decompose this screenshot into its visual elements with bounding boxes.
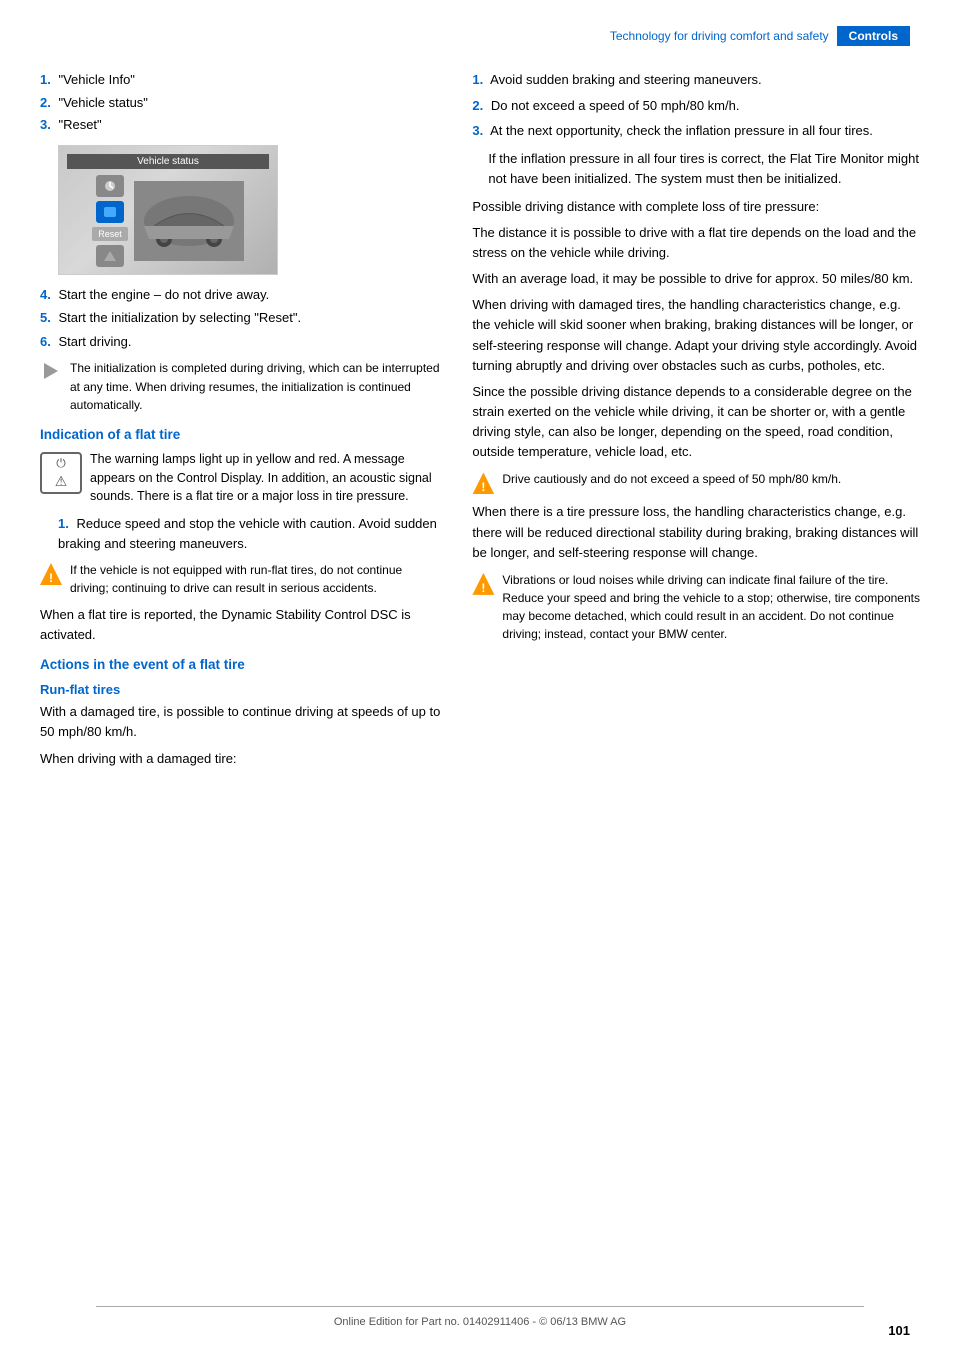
list-text-2: "Vehicle status": [58, 95, 147, 110]
average-load: With an average load, it may be possible…: [472, 269, 920, 289]
run-flat-intro: With a damaged tire, is possible to cont…: [40, 702, 442, 742]
two-col-layout: 1. "Vehicle Info" 2. "Vehicle status" 3.…: [0, 70, 960, 775]
step-5: 5. Start the initialization by selecting…: [40, 308, 442, 328]
pressure-loss: When there is a tire pressure loss, the …: [472, 502, 920, 562]
image-title-bar: Vehicle status: [67, 154, 269, 169]
right-step-2-text: Do not exceed a speed of 50 mph/80 km/h.: [491, 98, 740, 113]
distance-text: The distance it is possible to drive wit…: [472, 223, 920, 263]
header-title: Technology for driving comfort and safet…: [610, 29, 829, 43]
warning1-text: If the vehicle is not equipped with run-…: [70, 561, 442, 597]
initial-list: 1. "Vehicle Info" 2. "Vehicle status" 3.…: [40, 70, 442, 135]
footer-area: Online Edition for Part no. 01402911406 …: [0, 1306, 960, 1328]
warning2-text: Drive cautiously and do not exceed a spe…: [502, 470, 841, 488]
step-4: 4. Start the engine – do not drive away.: [40, 285, 442, 305]
icon-group: Reset: [92, 175, 128, 267]
page-number: 101: [888, 1323, 910, 1338]
when-driving: When driving with a damaged tire:: [40, 749, 442, 769]
distance-heading: Possible driving distance with complete …: [472, 197, 920, 217]
actions-heading: Actions in the event of a flat tire: [40, 657, 442, 672]
page-container: Technology for driving comfort and safet…: [0, 0, 960, 1358]
image-box-inner: Vehicle status Reset: [59, 146, 277, 274]
list-item-3: 3. "Reset": [40, 115, 442, 135]
footer-divider: Online Edition for Part no. 01402911406 …: [96, 1306, 864, 1328]
warning-icon-3: [472, 573, 494, 595]
icon-1: [96, 175, 124, 197]
col-right: 1. Avoid sudden braking and steering man…: [462, 70, 920, 775]
warning-lamp-icon: ⏻ ⚠: [40, 452, 82, 494]
right-step-3: 3. At the next opportunity, check the in…: [472, 121, 920, 141]
step-6: 6. Start driving.: [40, 332, 442, 352]
indicator-text: The warning lamps light up in yellow and…: [90, 450, 442, 506]
icon-2: [96, 201, 124, 223]
run-flat-heading: Run-flat tires: [40, 682, 442, 697]
reset-btn: Reset: [92, 227, 128, 241]
indicator-row: ⏻ ⚠ The warning lamps light up in yellow…: [40, 450, 442, 506]
warning3-box: Vibrations or loud noises while driving …: [472, 571, 920, 643]
right-step-1: 1. Avoid sudden braking and steering man…: [472, 70, 920, 90]
handling-text: When driving with damaged tires, the han…: [472, 295, 920, 376]
warning3-text: Vibrations or loud noises while driving …: [502, 571, 920, 643]
car-image: [134, 181, 244, 261]
flat-tire-heading: Indication of a flat tire: [40, 427, 442, 442]
distance-depends: Since the possible driving distance depe…: [472, 382, 920, 463]
step-4-text: Start the engine – do not drive away.: [58, 287, 269, 302]
list-text-1: "Vehicle Info": [58, 72, 134, 87]
step-reduce-speed: 1. Reduce speed and stop the vehicle wit…: [40, 514, 442, 553]
steps-4-6: 4. Start the engine – do not drive away.…: [40, 285, 442, 352]
right-step-1-text: Avoid sudden braking and steering maneuv…: [490, 72, 762, 87]
icon-3: [96, 245, 124, 267]
inflation-note: If the inflation pressure in all four ti…: [488, 149, 920, 189]
vehicle-status-image: Vehicle status Reset: [58, 145, 278, 275]
initialization-note: The initialization is completed during d…: [40, 359, 442, 415]
right-steps-1-3: 1. Avoid sudden braking and steering man…: [472, 70, 920, 141]
list-num-2: 2.: [40, 95, 51, 110]
footer-text: Online Edition for Part no. 01402911406 …: [334, 1316, 626, 1328]
top-icon: ⏻: [56, 456, 66, 471]
list-num-3: 3.: [40, 117, 51, 132]
play-icon: [44, 363, 58, 379]
dsc-note: When a flat tire is reported, the Dynami…: [40, 605, 442, 645]
col-left: 1. "Vehicle Info" 2. "Vehicle status" 3.…: [40, 70, 462, 775]
image-content: Reset: [92, 175, 244, 267]
step-6-text: Start driving.: [58, 334, 131, 349]
header-bar: Technology for driving comfort and safet…: [0, 20, 960, 52]
list-num-1: 1.: [40, 72, 51, 87]
right-step-3-text: At the next opportunity, check the infla…: [490, 123, 873, 138]
step-reduce-text: Reduce speed and stop the vehicle with c…: [58, 516, 437, 551]
step-reduce: 1. Reduce speed and stop the vehicle wit…: [40, 514, 442, 553]
warning2-box: Drive cautiously and do not exceed a spe…: [472, 470, 920, 494]
bottom-icon: ⚠: [55, 473, 68, 490]
header-badge: Controls: [837, 26, 910, 46]
list-text-3: "Reset": [58, 117, 101, 132]
step-5-text: Start the initialization by selecting "R…: [58, 310, 301, 325]
list-item-2: 2. "Vehicle status": [40, 93, 442, 113]
warning-icon-2: [472, 472, 494, 494]
note-text: The initialization is completed during d…: [70, 359, 442, 415]
right-step-2: 2. Do not exceed a speed of 50 mph/80 km…: [472, 96, 920, 116]
list-item-1: 1. "Vehicle Info": [40, 70, 442, 90]
warning-icon-1: [40, 563, 62, 585]
play-icon-note: [40, 359, 62, 381]
warning1-box: If the vehicle is not equipped with run-…: [40, 561, 442, 597]
